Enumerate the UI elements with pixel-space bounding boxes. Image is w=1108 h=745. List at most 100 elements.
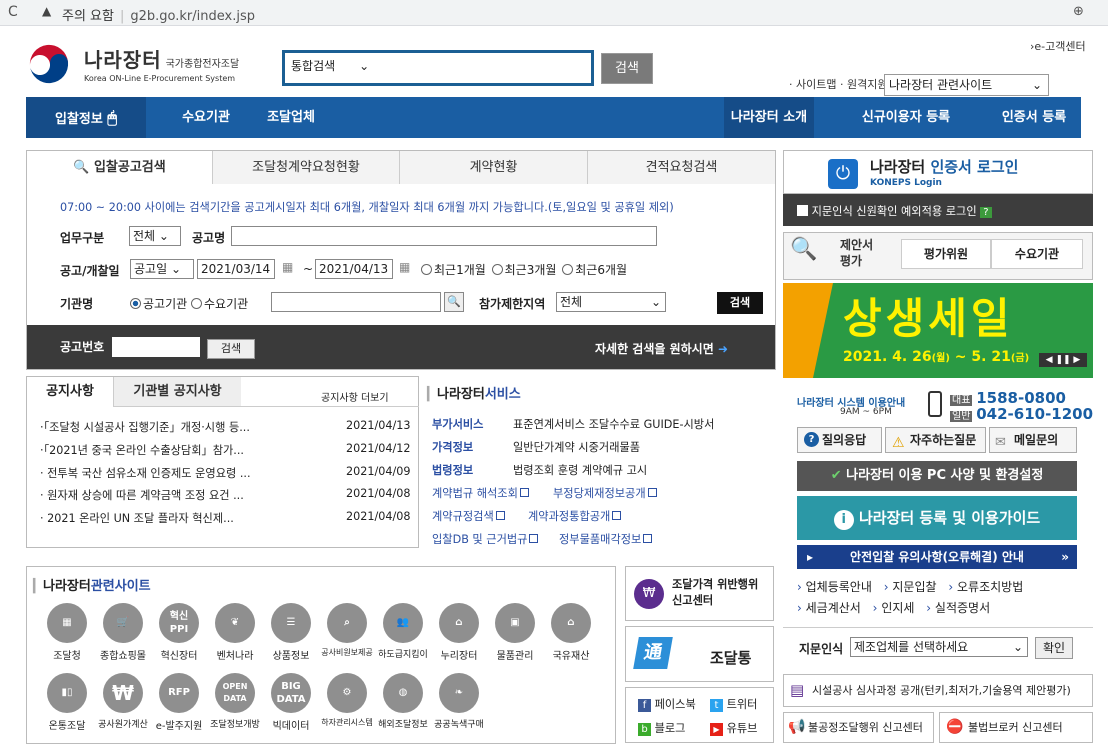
notice-row[interactable]: ·「2021년 중국 온라인 수출상담회」참가... 2021/04/12 bbox=[40, 442, 420, 458]
site-innovation-icon[interactable]: 혁신 PPI 혁신장터 bbox=[149, 603, 209, 662]
site-venture-icon[interactable]: ❦ 벤처나라 bbox=[205, 603, 265, 662]
demand-agency-button[interactable]: 수요기관 bbox=[991, 239, 1083, 269]
banner-pager-icon[interactable]: ◀ ❚❚ ▶ bbox=[1039, 353, 1087, 367]
agency-input[interactable] bbox=[271, 292, 441, 312]
twitter-link[interactable]: t 트위터 bbox=[710, 696, 757, 712]
notice-row[interactable]: · 전투복 국산 섬유소재 인증제도 운영요령 ... 2021/04/09 bbox=[40, 465, 420, 481]
nav-cert-register[interactable]: 인증서 등록 bbox=[984, 97, 1084, 138]
help-link[interactable]: 오류조치방법 bbox=[957, 580, 1023, 594]
period-6m[interactable]: 최근6개월 bbox=[562, 263, 627, 277]
price-violation-banner[interactable]: ₩ 조달가격 위반행위 신고센터 bbox=[625, 566, 774, 621]
detail-search-button[interactable]: 검색 bbox=[717, 292, 763, 314]
site-shopping-icon[interactable]: 🛒 종합쇼핑몰 bbox=[93, 603, 153, 662]
site-logo[interactable]: 나라장터 국가종합전자조달 Korea ON-Line E-Procurement… bbox=[84, 44, 239, 83]
address-bar[interactable]: C ▲ 주의 요함 | g2b.go.kr/index.jsp ⊕ bbox=[0, 0, 1108, 26]
site-green-icon[interactable]: ❧ 공공녹색구매 bbox=[429, 673, 489, 730]
service-items[interactable]: 일반단가계약 시중거래물품 bbox=[513, 439, 640, 455]
date-type-select[interactable]: 공고일 ⌄ bbox=[130, 259, 194, 279]
service-items[interactable]: 법령조회 훈령 계약예규 고시 bbox=[513, 462, 647, 478]
calendar-icon[interactable]: ▦ bbox=[399, 260, 410, 274]
task-select[interactable]: 전체 ⌄ bbox=[129, 226, 181, 246]
tab-contract-status[interactable]: 계약현황 bbox=[399, 151, 587, 184]
mail-button[interactable]: ✉ 메일문의 bbox=[989, 427, 1077, 453]
reload-icon[interactable]: C bbox=[8, 4, 18, 20]
site-overseas-icon[interactable]: ◍ 해외조달정보 bbox=[373, 673, 433, 730]
site-pps-icon[interactable]: ▦ 조달청 bbox=[37, 603, 97, 662]
fingerprint-ok-button[interactable]: 확인 bbox=[1035, 637, 1073, 659]
faq-button[interactable]: ⚠ 자주하는질문 bbox=[885, 427, 986, 453]
site-goods-icon[interactable]: ▣ 물품관리 bbox=[485, 603, 545, 662]
period-1m[interactable]: 최근1개월 bbox=[421, 263, 486, 277]
service-link[interactable]: 계약과정통합공개 bbox=[528, 508, 622, 524]
nav-about[interactable]: 나라장터 소개 bbox=[724, 97, 814, 138]
site-product-icon[interactable]: ☰ 상품정보 bbox=[261, 603, 321, 662]
tab-contract-request[interactable]: 조달청계약요청현황 bbox=[212, 151, 399, 184]
help-link[interactable]: 지문입찰 bbox=[892, 580, 936, 594]
zoom-icon[interactable]: ⊕ bbox=[1073, 4, 1084, 19]
fingerprint-select[interactable]: 제조업체를 선택하세요 ⌄ bbox=[850, 637, 1028, 657]
nav-new-user-register[interactable]: 신규이용자 등록 bbox=[846, 97, 966, 138]
notice-row[interactable]: · 2021 온라인 UN 조달 플라자 혁신제... 2021/04/08 bbox=[40, 510, 420, 526]
site-construction-icon[interactable]: ⌕ 공사비원보제공 bbox=[317, 603, 377, 658]
service-link[interactable]: 입찰DB 및 근거법규 bbox=[432, 531, 539, 547]
register-guide-button[interactable]: i 나라장터 등록 및 이용가이드 bbox=[797, 496, 1077, 540]
sangsaeng-sale-banner[interactable]: 상생세일 2021. 4. 26(월) ~ 5. 21(금) ◀ ❚❚ ▶ bbox=[783, 283, 1093, 378]
notice-more-link[interactable]: 공지사항 더보기 bbox=[321, 389, 389, 404]
youtube-link[interactable]: ▶ 유튜브 bbox=[710, 720, 757, 736]
site-eorder-icon[interactable]: RFP e-발주지원 bbox=[149, 673, 209, 732]
review-process-link[interactable]: ▤ 시설공사 심사과정 공개(턴키,최저가,기술용역 제안평가) bbox=[783, 674, 1093, 707]
advanced-search-link[interactable]: 자세한 검색을 원하시면 ➜ bbox=[595, 340, 728, 357]
site-bigdata-icon[interactable]: BIG DATA 빅데이터 bbox=[261, 673, 321, 732]
jodaltong-banner[interactable]: 通 조달통 bbox=[625, 626, 774, 682]
facebook-link[interactable]: f 페이스북 bbox=[638, 696, 696, 712]
service-link[interactable]: 계약법규 해석조회 bbox=[432, 485, 529, 501]
notice-row[interactable]: ·「조달청 시설공사 집행기준」개정·시행 등... 2021/04/13 bbox=[40, 419, 420, 435]
search-scope-select[interactable]: 통합검색 ⌄ bbox=[291, 57, 369, 74]
service-link[interactable]: 부정당제재정보공개 bbox=[553, 485, 657, 501]
taegeuk-logo-icon[interactable] bbox=[24, 40, 78, 88]
bid-no-input[interactable] bbox=[112, 337, 200, 357]
site-cost-icon[interactable]: ₩ 공사원가계산 bbox=[93, 673, 153, 730]
help-link[interactable]: 세금계산서 bbox=[806, 601, 861, 615]
site-opendata-icon[interactable]: OPEN DATA 조달정보개방 bbox=[205, 673, 265, 730]
service-head[interactable]: 가격정보 bbox=[432, 439, 473, 455]
nav-bid-info[interactable]: 입찰정보 🖱 bbox=[26, 97, 146, 138]
related-sites-select[interactable]: 나라장터 관련사이트 ⌄ bbox=[884, 74, 1049, 96]
region-select[interactable]: 전체 ⌄ bbox=[556, 292, 666, 312]
site-property-icon[interactable]: ⌂ 국유재산 bbox=[541, 603, 601, 662]
nav-supplier[interactable]: 조달업체 bbox=[251, 97, 331, 138]
help-icon[interactable]: ? bbox=[980, 207, 992, 218]
site-subcontract-icon[interactable]: 👥 하도급지킴이 bbox=[373, 603, 433, 660]
site-defect-icon[interactable]: ⚙ 하자관리시스템 bbox=[317, 673, 377, 728]
eval-committee-button[interactable]: 평가위원 bbox=[901, 239, 991, 269]
notice-row[interactable]: · 원자재 상승에 따른 계약금액 조정 요건 ... 2021/04/08 bbox=[40, 487, 420, 503]
bid-no-search-button[interactable]: 검색 bbox=[207, 339, 255, 359]
tab-notices[interactable]: 공지사항 bbox=[27, 377, 113, 407]
qna-button[interactable]: ? 질의응답 bbox=[797, 427, 882, 453]
service-head[interactable]: 법령정보 bbox=[432, 462, 473, 478]
help-link[interactable]: 업체등록안내 bbox=[806, 580, 872, 594]
unfair-report-link[interactable]: 📢 불공정조달행위 신고센터 bbox=[783, 712, 934, 743]
broker-report-link[interactable]: ⛔ 불법브로커 신고센터 bbox=[939, 712, 1093, 743]
site-nuri-icon[interactable]: ⌂ 누리장터 bbox=[429, 603, 489, 662]
tab-agency-notices[interactable]: 기관별 공지사항 bbox=[113, 377, 241, 407]
calendar-icon[interactable]: ▦ bbox=[282, 260, 293, 274]
unified-search-box[interactable]: 통합검색 ⌄ bbox=[282, 50, 594, 86]
service-link[interactable]: 정부물품매각정보 bbox=[559, 531, 653, 547]
cert-login-button[interactable]: ⏻ 나라장터 인증서 로그인 KONEPS Login bbox=[783, 150, 1093, 194]
url-text[interactable]: g2b.go.kr/index.jsp bbox=[130, 9, 255, 24]
fingerprint-exception-checkbox[interactable]: 지문인식 신원확인 예외적용 로그인 ? bbox=[797, 203, 992, 219]
sitemap-link[interactable]: · 사이트맵 · 원격지원 bbox=[789, 76, 887, 92]
agency-search-icon[interactable]: 🔍 bbox=[444, 292, 464, 312]
warning-icon[interactable]: ▲ bbox=[42, 4, 51, 18]
site-ontong-icon[interactable]: ▮▯ 온통조달 bbox=[37, 673, 97, 732]
help-link[interactable]: 인지세 bbox=[881, 601, 914, 615]
notice-name-input[interactable] bbox=[231, 226, 657, 246]
search-button[interactable]: 검색 bbox=[601, 53, 653, 84]
service-link[interactable]: 계약규정검색 bbox=[432, 508, 505, 524]
agency-announce[interactable]: 공고기관 bbox=[130, 297, 187, 311]
blog-link[interactable]: b 블로그 bbox=[638, 720, 685, 736]
tab-bid-search[interactable]: 🔍 입찰공고검색 bbox=[27, 151, 212, 185]
agency-demand[interactable]: 수요기관 bbox=[191, 297, 248, 311]
date-from-input[interactable]: 2021/03/14 bbox=[197, 259, 275, 279]
